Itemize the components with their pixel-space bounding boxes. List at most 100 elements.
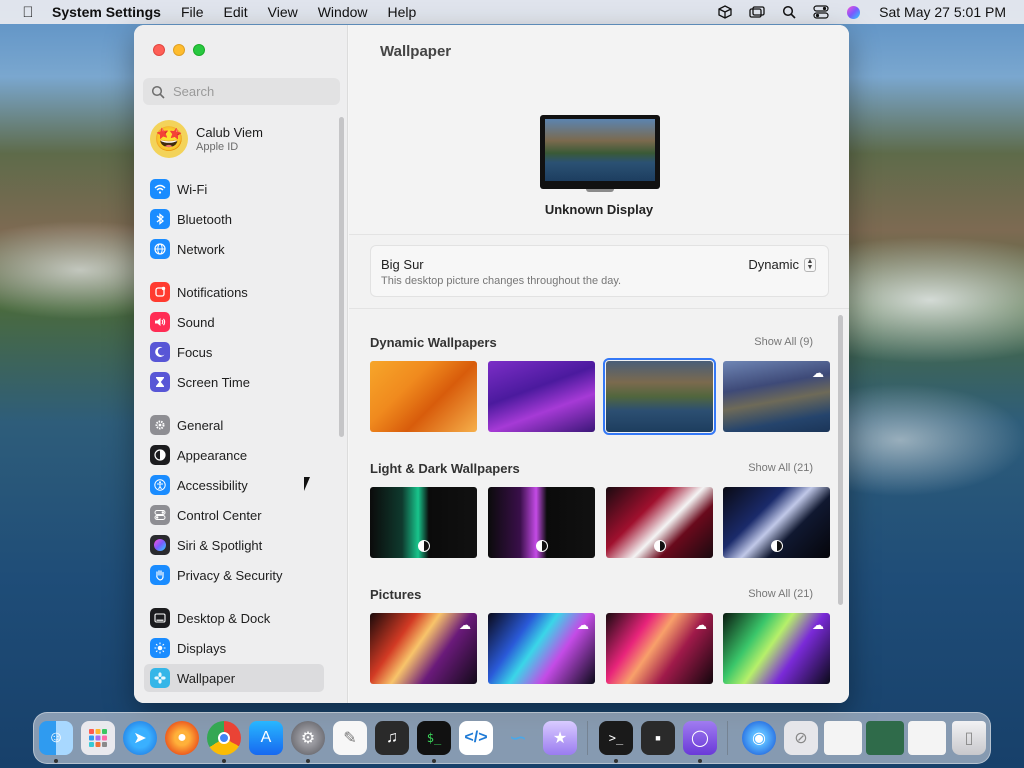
wallpaper-thumb-macbook-pro-2[interactable]: ☁	[488, 613, 595, 684]
sidebar-item-bluetooth[interactable]: Bluetooth	[144, 205, 324, 233]
wallpaper-mode-select[interactable]: Dynamic ▲ ▼	[748, 257, 816, 272]
wallpaper-thumb-macbook-pro-1[interactable]: ☁	[370, 613, 477, 684]
show-all-dynamic-button[interactable]: Show All (9)	[754, 336, 813, 348]
sidebar-item-label: Wallpaper	[177, 670, 236, 686]
menu-file[interactable]: File	[181, 4, 204, 20]
section-title-light-dark: Light & Dark Wallpapers	[370, 461, 520, 476]
sidebar-item-accessibility[interactable]: Accessibility	[144, 471, 324, 499]
safari-icon[interactable]: ➤	[123, 721, 157, 755]
show-all-light-dark-button[interactable]: Show All (21)	[748, 462, 813, 474]
menu-window[interactable]: Window	[318, 4, 368, 20]
chevron-up-down-icon: ▲ ▼	[804, 257, 816, 272]
wallpaper-thumb-blue-wave[interactable]	[723, 487, 830, 558]
garageband-icon[interactable]: ♫	[375, 721, 409, 755]
wallpaper-pane: Wallpaper Unknown Display Big Sur This d…	[349, 25, 849, 703]
minimized-window-icon[interactable]	[824, 721, 862, 755]
cloud-download-icon: ☁	[812, 366, 824, 380]
siri-status-icon[interactable]	[845, 5, 861, 19]
sidebar-item-siri-spotlight[interactable]: Siri & Spotlight	[144, 531, 324, 559]
minimized-window-icon[interactable]	[866, 721, 904, 755]
minimized-window-icon[interactable]	[908, 721, 946, 755]
sidebar-item-notifications[interactable]: Notifications	[144, 278, 324, 306]
sidebar-item-label: Control Center	[177, 507, 262, 523]
package-status-icon[interactable]	[717, 5, 733, 19]
dolphin-icon[interactable]: ∽	[501, 721, 535, 755]
sidebar-item-privacy-security[interactable]: Privacy & Security	[144, 561, 324, 589]
show-all-pictures-button[interactable]: Show All (21)	[748, 588, 813, 600]
wallpaper-thumb-macbook-pro-3[interactable]: ☁	[606, 613, 713, 684]
search-field[interactable]	[143, 78, 340, 105]
close-button[interactable]	[153, 44, 165, 56]
sidebar-item-displays[interactable]: Displays	[144, 634, 324, 662]
apple-id-account[interactable]: 🤩 Calub Viem Apple ID	[150, 120, 263, 158]
prohibited-app-icon[interactable]: ⊘	[784, 721, 818, 755]
dock: ☺ ➤ ● A ⚙ ✎ ♫ $_ </> ∽ ★ >_ ■ ◯ ◉ ⊘ ▯	[33, 712, 991, 764]
wallpaper-thumb-big-sur[interactable]	[603, 358, 716, 435]
running-indicator	[614, 759, 618, 763]
content-scrollbar[interactable]	[838, 315, 843, 605]
spotlight-search-icon[interactable]	[781, 5, 797, 19]
monitor-stand	[586, 189, 614, 192]
chrome-icon[interactable]	[207, 721, 241, 755]
dock-icon	[150, 608, 170, 628]
sidebar-item-label: Siri & Spotlight	[177, 537, 263, 553]
app-store-icon[interactable]: A	[249, 721, 283, 755]
finder-icon[interactable]: ☺	[39, 721, 73, 755]
firefox-icon[interactable]: ●	[165, 721, 199, 755]
menu-app-name[interactable]: System Settings	[52, 4, 161, 20]
apple-menu-icon[interactable]: 	[18, 4, 38, 21]
console-window-icon[interactable]: ■	[641, 721, 675, 755]
cloud-download-icon: ☁	[459, 618, 471, 632]
control-center-status-icon[interactable]	[813, 5, 829, 19]
wallpaper-preview	[545, 119, 655, 181]
wallpaper-thumb-monterey[interactable]	[488, 361, 595, 432]
wallpaper-thumb-catalina[interactable]: ☁	[723, 361, 830, 432]
sidebar-item-network[interactable]: Network	[144, 235, 324, 263]
network-globe-icon[interactable]: ◉	[742, 721, 776, 755]
terminal-app-icon[interactable]: $_	[417, 721, 451, 755]
search-input[interactable]	[173, 84, 333, 99]
current-wallpaper-card: Big Sur This desktop picture changes thr…	[370, 245, 829, 297]
wallpaper-thumb-red-wave[interactable]	[606, 487, 713, 558]
sidebar-item-appearance[interactable]: Appearance	[144, 441, 324, 469]
sidebar-item-label: Wi-Fi	[177, 181, 208, 197]
wallpaper-thumb-macbook-pro-4[interactable]: ☁	[723, 613, 830, 684]
menu-view[interactable]: View	[268, 4, 298, 20]
sidebar-item-desktop-dock[interactable]: Desktop & Dock	[144, 604, 324, 632]
wallpaper-thumb-green-glass[interactable]	[370, 487, 477, 558]
accessibility-icon	[150, 475, 170, 495]
sidebar-item-sound[interactable]: Sound	[144, 308, 324, 336]
wallpaper-thumb-ventura[interactable]	[370, 361, 477, 432]
gear-icon	[150, 415, 170, 435]
vscode-icon[interactable]: </>	[459, 721, 493, 755]
sidebar-item-focus[interactable]: Focus	[144, 338, 324, 366]
sidebar-item-wifi[interactable]: Wi-Fi	[144, 175, 324, 203]
sidebar-item-general[interactable]: General	[144, 411, 324, 439]
system-settings-icon[interactable]: ⚙	[291, 721, 325, 755]
textedit-icon[interactable]: ✎	[333, 721, 367, 755]
zoom-button[interactable]	[193, 44, 205, 56]
screen-mirroring-icon[interactable]	[749, 5, 765, 19]
launchpad-icon[interactable]	[81, 721, 115, 755]
dock-separator	[587, 721, 588, 755]
running-indicator	[222, 759, 226, 763]
trash-icon[interactable]: ▯	[952, 721, 986, 755]
imovie-star-icon[interactable]: ★	[543, 721, 577, 755]
bluetooth-icon	[150, 209, 170, 229]
disk-utility-icon[interactable]: ◯	[683, 721, 717, 755]
menu-help[interactable]: Help	[388, 4, 417, 20]
wallpaper-thumb-purple-glass[interactable]	[488, 487, 595, 558]
sidebar-item-control-center[interactable]: Control Center	[144, 501, 324, 529]
sidebar-item-screen-time[interactable]: Screen Time	[144, 368, 324, 396]
minimize-button[interactable]	[173, 44, 185, 56]
globe-icon	[150, 239, 170, 259]
sidebar-item-wallpaper[interactable]: Wallpaper	[144, 664, 324, 692]
running-indicator	[432, 759, 436, 763]
menu-bar-clock[interactable]: Sat May 27 5:01 PM	[879, 4, 1006, 20]
menu-edit[interactable]: Edit	[224, 4, 248, 20]
terminal-window-icon[interactable]: >_	[599, 721, 633, 755]
avatar: 🤩	[150, 120, 188, 158]
control-center-icon	[150, 505, 170, 525]
sidebar-scrollbar[interactable]	[339, 117, 344, 437]
section-title-pictures: Pictures	[370, 587, 422, 602]
